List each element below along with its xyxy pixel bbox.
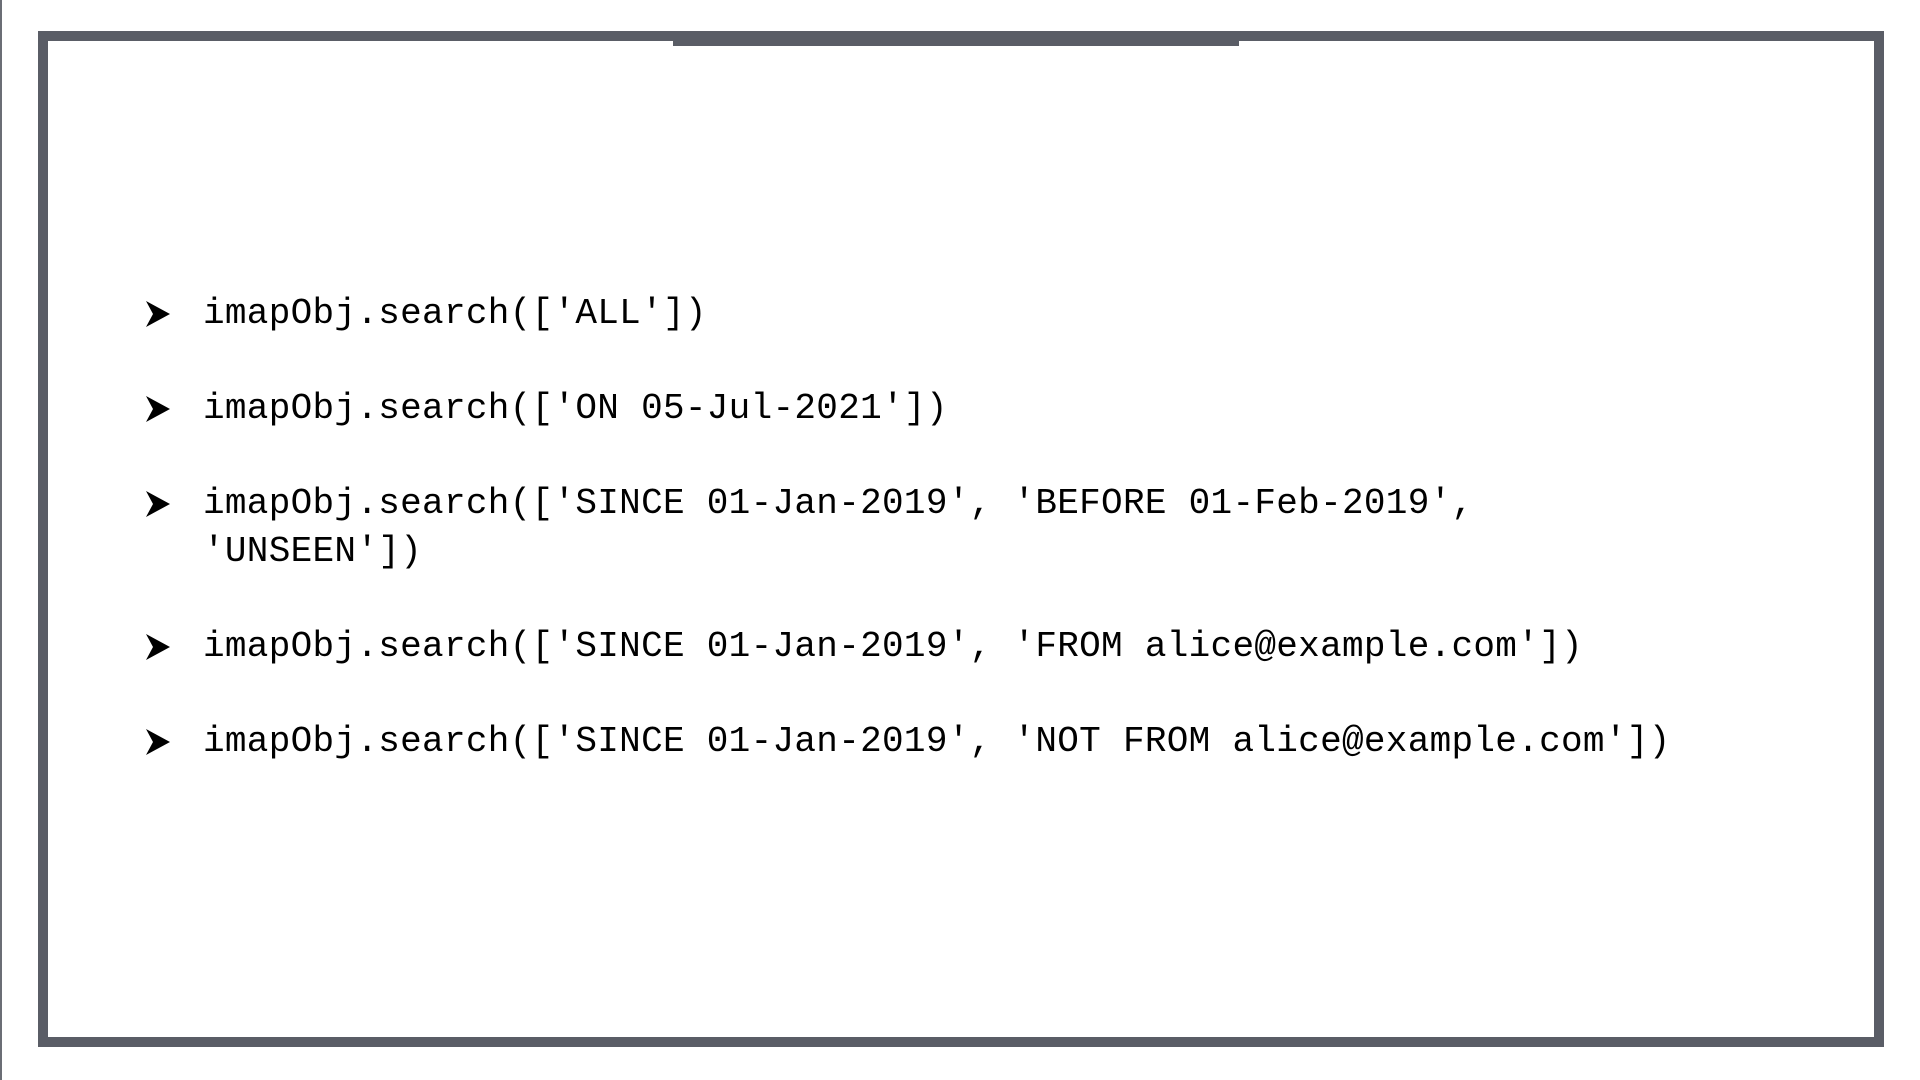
arrow-bullet-icon xyxy=(145,480,203,528)
arrow-bullet-icon xyxy=(145,623,203,671)
code-line: imapObj.search(['ON 05-Jul-2021']) xyxy=(203,388,948,429)
code-line: imapObj.search(['ALL']) xyxy=(203,293,707,334)
arrow-bullet-icon xyxy=(145,290,203,338)
list-item: imapObj.search(['SINCE 01-Jan-2019', 'BE… xyxy=(145,480,1845,576)
arrow-bullet-icon xyxy=(145,385,203,433)
code-line: imapObj.search(['SINCE 01-Jan-2019', 'NO… xyxy=(203,721,1671,762)
list-item: imapObj.search(['SINCE 01-Jan-2019', 'FR… xyxy=(145,623,1845,671)
arrow-bullet-icon xyxy=(145,718,203,766)
slide-top-accent-bar xyxy=(673,31,1239,46)
code-bullet-list: imapObj.search(['ALL']) imapObj.search([… xyxy=(145,290,1845,813)
list-item: imapObj.search(['SINCE 01-Jan-2019', 'NO… xyxy=(145,718,1845,766)
code-line: imapObj.search(['SINCE 01-Jan-2019', 'FR… xyxy=(203,626,1583,667)
list-item: imapObj.search(['ON 05-Jul-2021']) xyxy=(145,385,1845,433)
code-line: imapObj.search(['SINCE 01-Jan-2019', 'BE… xyxy=(203,483,1474,572)
window-left-edge xyxy=(0,0,2,1080)
list-item: imapObj.search(['ALL']) xyxy=(145,290,1845,338)
